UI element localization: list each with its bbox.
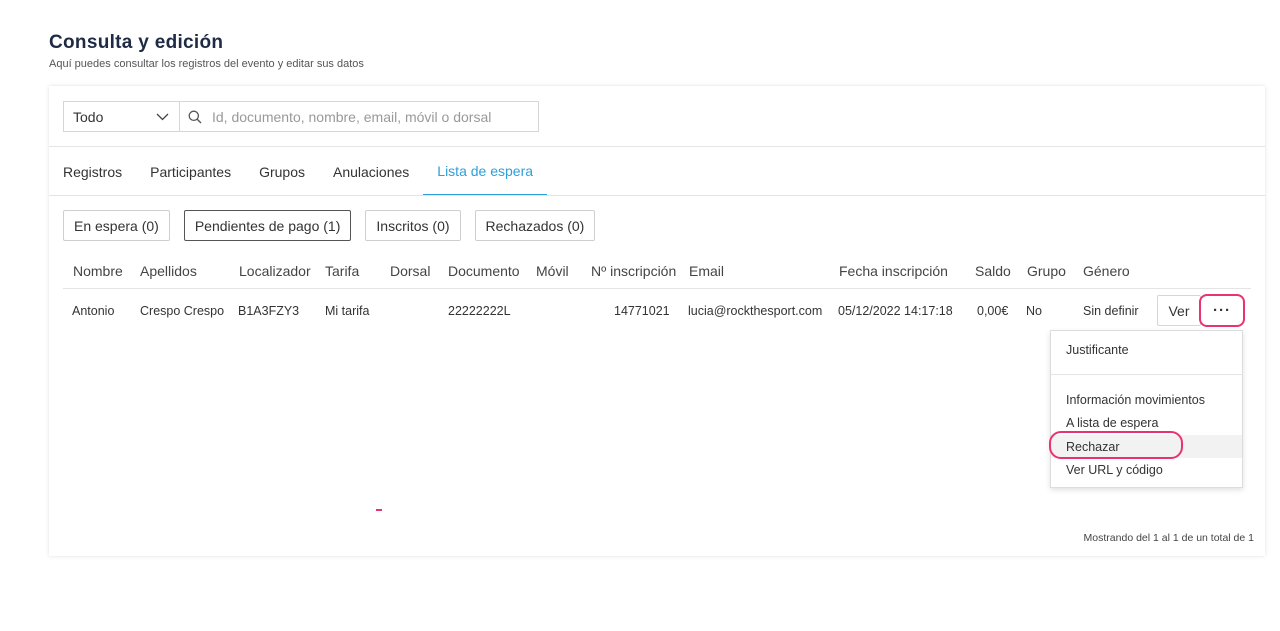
records-card: Todo Id, documento, nombre, email, móvil… (49, 86, 1265, 556)
column-header[interactable]: Fecha inscripción (839, 263, 948, 279)
column-header[interactable]: Género (1083, 263, 1130, 279)
table-row: Antonio Crespo Crespo B1A3FZY3 Mi tarifa… (63, 289, 1251, 333)
status-filter-bar: En espera (0) Pendientes de pago (1) Ins… (63, 210, 609, 241)
divider (49, 195, 1265, 196)
cell-inscripcion: 14771021 (614, 304, 670, 318)
cell-tarifa: Mi tarifa (325, 304, 370, 318)
cell-localizador: B1A3FZY3 (238, 304, 300, 318)
tab-bar: Registros Participantes Grupos Anulacion… (63, 147, 575, 196)
chevron-down-icon (156, 113, 169, 120)
column-header[interactable]: Documento (448, 263, 520, 279)
column-header[interactable]: Grupo (1027, 263, 1066, 279)
search-input[interactable]: Id, documento, nombre, email, móvil o do… (179, 101, 539, 132)
pagination-info: Mostrando del 1 al 1 de un total de 1 (1083, 532, 1254, 544)
column-header[interactable]: Localizador (239, 263, 311, 279)
menu-divider (1051, 374, 1242, 375)
column-header[interactable]: Email (689, 263, 724, 279)
column-header[interactable]: Dorsal (390, 263, 430, 279)
search-placeholder: Id, documento, nombre, email, móvil o do… (212, 108, 492, 125)
search-icon (188, 110, 202, 123)
menu-item-a-lista-de-espera[interactable]: A lista de espera (1066, 416, 1158, 430)
filter-en-espera[interactable]: En espera (0) (63, 210, 170, 241)
column-header[interactable]: Saldo (975, 263, 1011, 279)
annotation-mark (376, 509, 382, 511)
menu-item-ver-url-y-codigo[interactable]: Ver URL y código (1066, 463, 1163, 477)
highlight-ring (1049, 431, 1183, 459)
column-header[interactable]: Tarifa (325, 263, 359, 279)
row-actions-menu: Justificante Información movimientos A l… (1049, 330, 1243, 488)
filter-row: Todo Id, documento, nombre, email, móvil… (63, 101, 539, 132)
tab-registros[interactable]: Registros (63, 147, 122, 196)
column-header[interactable]: Apellidos (140, 263, 197, 279)
column-header[interactable]: Nº inscripción (591, 263, 676, 279)
page-subtitle: Aquí puedes consultar los registros del … (49, 58, 364, 70)
more-options-button[interactable]: ··· (1199, 294, 1245, 327)
menu-item-informacion-movimientos[interactable]: Información movimientos (1066, 393, 1205, 407)
table-header: Nombre Apellidos Localizador Tarifa Dors… (63, 261, 1251, 289)
tab-participantes[interactable]: Participantes (150, 147, 231, 196)
filter-rechazados[interactable]: Rechazados (0) (474, 210, 596, 241)
column-header[interactable]: Móvil (536, 263, 569, 279)
filter-pendientes-de-pago[interactable]: Pendientes de pago (1) (183, 210, 352, 241)
tab-lista-de-espera[interactable]: Lista de espera (423, 147, 548, 196)
cell-saldo: 0,00€ (977, 304, 1009, 318)
view-button[interactable]: Ver (1157, 295, 1201, 326)
cell-fecha: 05/12/2022 14:17:18 (838, 304, 953, 318)
cell-grupo: No (1026, 304, 1042, 318)
type-select[interactable]: Todo (63, 101, 179, 132)
type-select-value: Todo (73, 108, 104, 125)
cell-email: lucia@rockthesport.com (688, 304, 823, 318)
cell-apellidos: Crespo Crespo (140, 304, 225, 318)
page-title: Consulta y edición (49, 32, 224, 53)
tab-anulaciones[interactable]: Anulaciones (333, 147, 409, 196)
cell-nombre: Antonio (72, 304, 115, 318)
column-header[interactable]: Nombre (73, 263, 123, 279)
tab-grupos[interactable]: Grupos (259, 147, 305, 196)
cell-genero: Sin definir (1083, 304, 1139, 318)
menu-item-justificante[interactable]: Justificante (1066, 343, 1129, 357)
cell-documento: 22222222L (448, 304, 511, 318)
filter-inscritos[interactable]: Inscritos (0) (365, 210, 461, 241)
